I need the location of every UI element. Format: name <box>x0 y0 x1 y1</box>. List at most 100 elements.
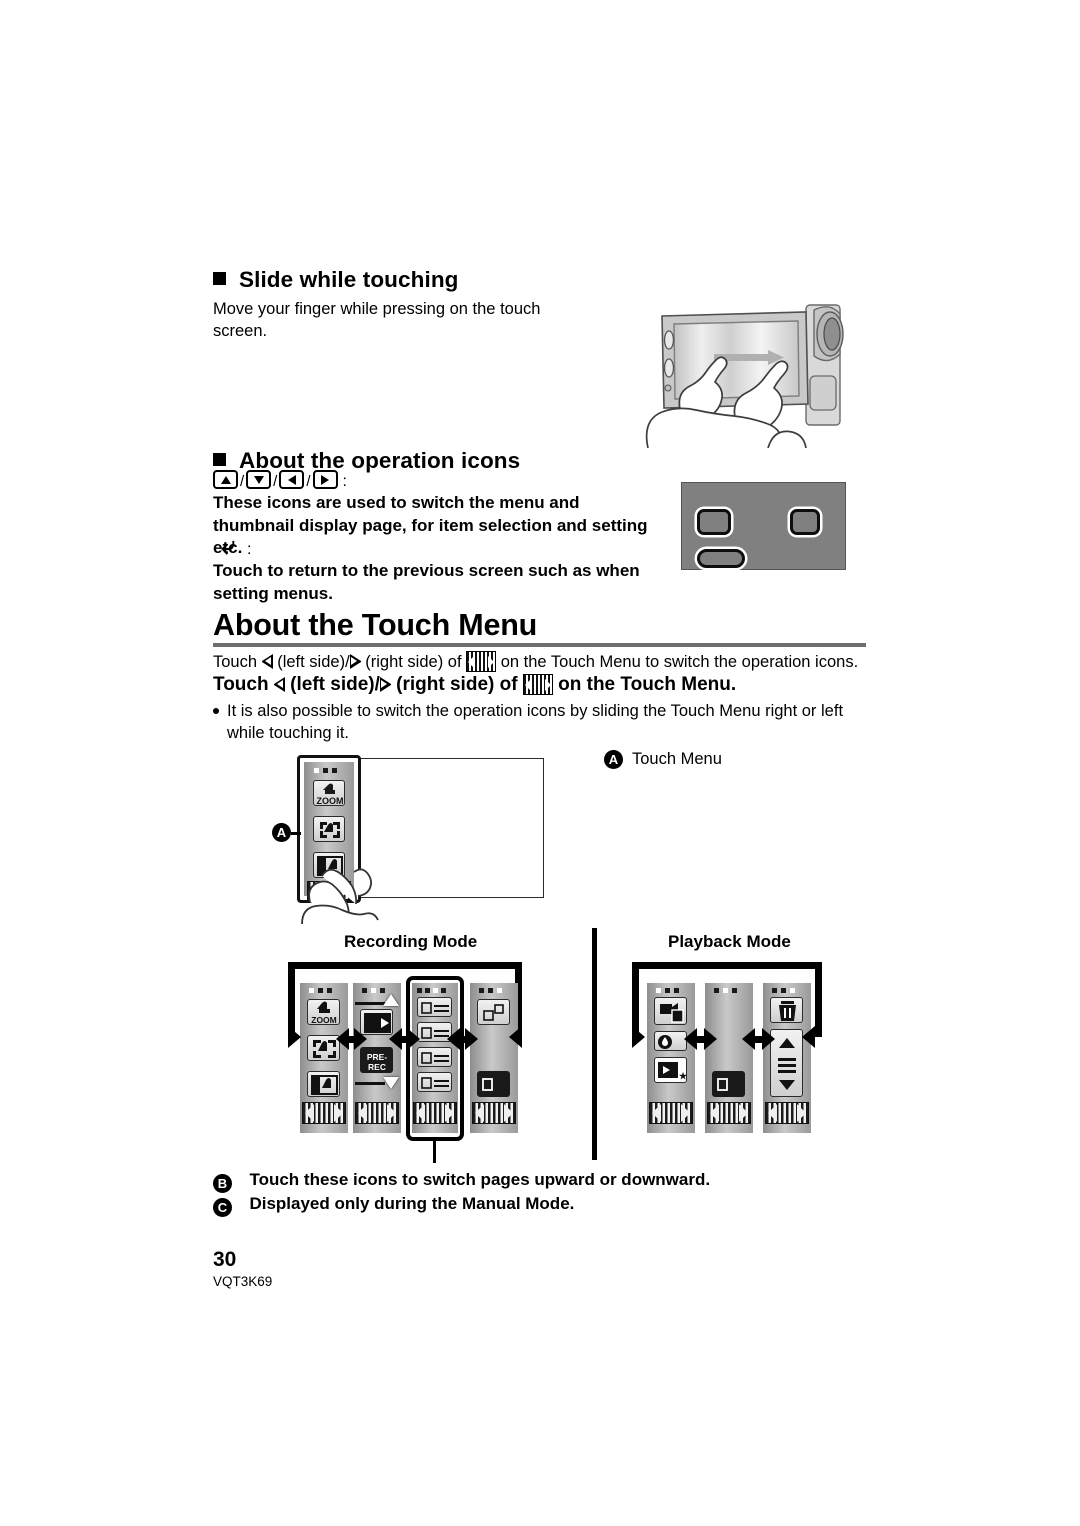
video-copy-icon-tile <box>654 997 687 1025</box>
recording-mode-label: Recording Mode <box>344 932 478 951</box>
page-dots <box>656 988 679 993</box>
mode-divider <box>592 928 597 1160</box>
bullet-square-icon <box>213 272 226 285</box>
page-dots <box>309 988 332 993</box>
pre-rec-icon-tile: PRE- REC <box>360 1047 393 1073</box>
svg-text:★: ★ <box>679 1071 688 1081</box>
recording-arrow-2-3 <box>389 1028 420 1050</box>
svg-text:PRE-: PRE- <box>367 1052 387 1062</box>
manual-mode-leader-line <box>433 1141 436 1163</box>
playback-panel-1: ★ <box>647 983 695 1133</box>
heading-slide-while-touching: Slide while touching <box>213 267 459 293</box>
playback-mode-label: Playback Mode <box>668 932 791 951</box>
callout-b-label: Touch these icons to switch pages upward… <box>249 1170 711 1189</box>
fade-icon-tile <box>307 1071 340 1097</box>
document-code: VQT3K69 <box>213 1274 273 1289</box>
slide-line-top <box>355 1002 385 1005</box>
page-dots <box>417 988 446 993</box>
callout-b-row: B Touch these icons to switch pages upwa… <box>213 1170 710 1193</box>
triangle-right-icon <box>312 470 338 489</box>
operation-icon-button-left <box>697 509 731 535</box>
callout-marker-a: A <box>604 750 623 769</box>
icon-separator: / <box>273 473 278 490</box>
touch-menu-switch-bar <box>707 1102 751 1124</box>
touch-menu-switch-bar <box>472 1102 516 1124</box>
touch-shutter-icon-tile[interactable] <box>313 816 345 842</box>
touch-menu-switch-bar <box>413 1102 457 1124</box>
slide-line-bottom <box>355 1082 385 1085</box>
callout-c-row: C Displayed only during the Manual Mode. <box>213 1194 574 1217</box>
operation-icon-button-wide <box>697 549 745 568</box>
drop-icon-tile <box>654 1031 687 1051</box>
playback-panel-2 <box>705 983 753 1133</box>
page-dots <box>362 988 385 993</box>
bullet-dot-icon <box>213 708 219 714</box>
svg-text:ZOOM: ZOOM <box>317 796 344 806</box>
title-divider <box>213 643 866 647</box>
colon: : <box>247 541 252 558</box>
page-dots <box>314 768 337 773</box>
touch-menu-bullet: It is also possible to switch the operat… <box>213 700 863 744</box>
triangle-right-outline-icon <box>349 654 361 669</box>
slide-arrow-up-icon <box>383 994 399 1006</box>
page-title: About the Touch Menu <box>213 608 538 642</box>
triangle-left-icon <box>279 470 305 489</box>
svg-text:REC: REC <box>368 1062 386 1072</box>
recording-arrow-1-2 <box>336 1028 367 1050</box>
operation-icon-row: / / /: <box>213 470 347 493</box>
touch-menu-line-regular: Touch (left side)/ (right side) of on th… <box>213 651 859 672</box>
bullet-square-icon <box>213 453 226 466</box>
triangle-down-icon <box>246 470 272 489</box>
colon: : <box>342 473 347 490</box>
operation-icons-screen-illustration <box>681 482 846 570</box>
operation-icons-description: These icons are used to switch the menu … <box>213 493 648 557</box>
callout-a-leader-line <box>291 832 301 835</box>
callout-marker-b: B <box>213 1174 232 1193</box>
menu-list-icon-tile <box>417 1072 452 1092</box>
page-number: 30 <box>213 1248 237 1271</box>
icon-separator: / <box>240 473 245 490</box>
zoom-icon-tile[interactable]: ZOOM <box>313 780 345 806</box>
menu-list-icon-tile <box>417 997 452 1017</box>
slideshow-icon-tile: ★ <box>654 1057 688 1083</box>
playback-panel-3 <box>763 983 811 1133</box>
touch-menu-switch-bar <box>355 1102 399 1124</box>
page-dots <box>479 988 502 993</box>
touch-menu-switch-bar <box>649 1102 693 1124</box>
lcd-off-icon-tile <box>477 1071 510 1097</box>
triangle-up-icon <box>213 470 238 489</box>
icon-separator: / <box>306 473 311 490</box>
lcd-off-icon-tile <box>712 1071 745 1097</box>
return-icon-row: ⤷: <box>221 532 252 561</box>
playback-arrow-2-3 <box>742 1028 775 1050</box>
recording-panel-3 <box>412 983 458 1133</box>
slide-arrow-down-icon <box>383 1077 399 1089</box>
touch-menu-switch-bar <box>302 1102 346 1124</box>
manual-page: Slide while touching Move your finger wh… <box>0 0 1080 1526</box>
hand-sliding-illustration <box>300 862 410 932</box>
window-icon-tile <box>477 999 510 1025</box>
slide-body-text: Move your finger while pressing on the t… <box>213 300 541 340</box>
recording-panel-2: PRE- REC <box>353 983 401 1133</box>
camcorder-slide-illustration <box>618 288 868 449</box>
recording-arrow-3-4 <box>447 1028 478 1050</box>
recording-panel-1: ZOOM <box>300 983 348 1133</box>
touch-menu-line-bold: Touch (left side)/ (right side) of on th… <box>213 674 737 695</box>
triangle-left-outline-icon <box>261 654 273 669</box>
zoom-icon-tile: ZOOM <box>307 999 340 1025</box>
trash-icon-tile <box>770 997 803 1023</box>
svg-text:ZOOM: ZOOM <box>311 1015 337 1025</box>
recording-panel-4 <box>470 983 518 1133</box>
callout-marker-a-diagram: A <box>272 823 291 842</box>
callout-a-label: Touch Menu <box>632 750 722 768</box>
touch-menu-switch-icon <box>466 651 497 672</box>
return-arrow-icon: ⤷ <box>221 532 236 560</box>
return-icon-description: Touch to return to the previous screen s… <box>213 561 640 603</box>
page-dots <box>714 988 737 993</box>
touch-menu-switch-bar <box>765 1102 809 1124</box>
callout-c-label: Displayed only during the Manual Mode. <box>249 1194 575 1213</box>
triangle-left-outline-icon <box>273 677 285 692</box>
page-dots <box>772 988 795 993</box>
triangle-right-outline-icon <box>379 677 391 692</box>
callout-marker-c: C <box>213 1198 232 1217</box>
